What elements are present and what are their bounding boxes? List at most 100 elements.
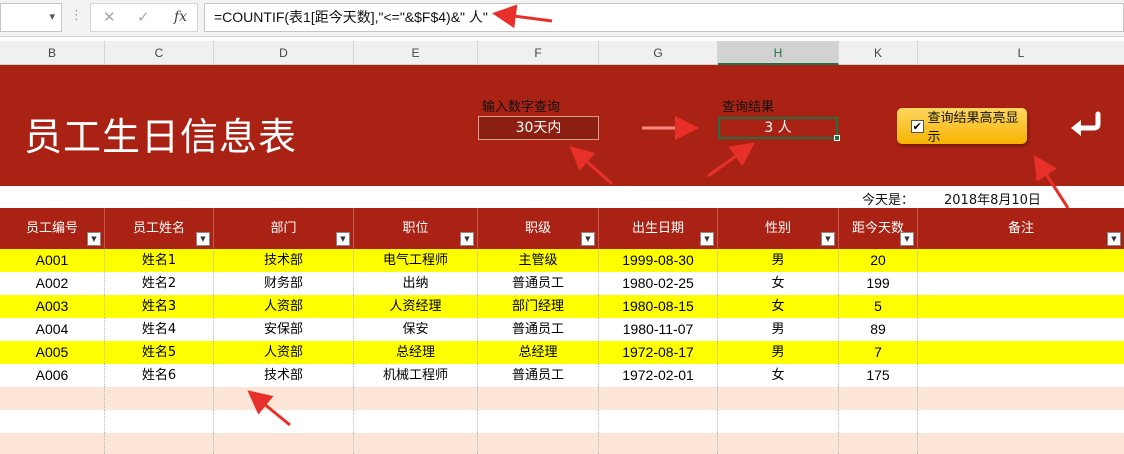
cell-birth-date[interactable]: 1980-02-25 <box>599 272 718 295</box>
cell-days-until[interactable]: 89 <box>839 318 918 341</box>
cell-department[interactable]: 安保部 <box>214 318 354 341</box>
column-header[interactable]: L <box>918 41 1124 65</box>
insert-function-icon[interactable]: fx <box>174 9 187 25</box>
cell-employee-name[interactable]: 姓名4 <box>105 318 214 341</box>
cell-days-until[interactable]: 20 <box>839 249 918 272</box>
cell-grade[interactable]: 普通员工 <box>478 272 599 295</box>
cell-employee-name[interactable]: 姓名5 <box>105 341 214 364</box>
cell-gender[interactable]: 男 <box>718 341 839 364</box>
cell-position[interactable]: 出纳 <box>354 272 478 295</box>
cell-gender[interactable]: 女 <box>718 364 839 387</box>
cell-employee-id[interactable]: A003 <box>0 295 105 318</box>
column-header[interactable]: K <box>839 41 918 65</box>
cell-birth-date[interactable]: 1999-08-30 <box>599 249 718 272</box>
empty-cell[interactable] <box>599 410 718 433</box>
cell-employee-name[interactable]: 姓名1 <box>105 249 214 272</box>
name-box[interactable]: ▾ <box>0 3 62 32</box>
cell-employee-name[interactable]: 姓名2 <box>105 272 214 295</box>
cell-department[interactable]: 财务部 <box>214 272 354 295</box>
cell-notes[interactable] <box>918 272 1124 295</box>
fill-handle[interactable] <box>834 135 840 141</box>
cell-days-until[interactable]: 7 <box>839 341 918 364</box>
empty-cell[interactable] <box>105 410 214 433</box>
empty-cell[interactable] <box>918 410 1124 433</box>
filter-dropdown-icon[interactable]: ▼ <box>900 232 914 246</box>
cell-grade[interactable]: 普通员工 <box>478 364 599 387</box>
column-header[interactable]: G <box>599 41 718 65</box>
cell-employee-id[interactable]: A002 <box>0 272 105 295</box>
formula-input[interactable]: =COUNTIF(表1[距今天数],"<="&$F$4)&" 人" <box>204 3 1124 32</box>
filter-dropdown-icon[interactable]: ▼ <box>821 232 835 246</box>
cell-gender[interactable]: 女 <box>718 295 839 318</box>
filter-dropdown-icon[interactable]: ▼ <box>196 232 210 246</box>
cell-grade[interactable]: 总经理 <box>478 341 599 364</box>
cell-grade[interactable]: 部门经理 <box>478 295 599 318</box>
cell-grade[interactable]: 普通员工 <box>478 318 599 341</box>
cell-employee-id[interactable]: A006 <box>0 364 105 387</box>
cell-birth-date[interactable]: 1972-08-17 <box>599 341 718 364</box>
cell-department[interactable]: 人资部 <box>214 341 354 364</box>
cell-employee-id[interactable]: A005 <box>0 341 105 364</box>
cell-employee-name[interactable]: 姓名6 <box>105 364 214 387</box>
empty-cell[interactable] <box>599 433 718 454</box>
cell-days-until[interactable]: 175 <box>839 364 918 387</box>
cell-days-until[interactable]: 199 <box>839 272 918 295</box>
empty-cell[interactable] <box>839 410 918 433</box>
cell-notes[interactable] <box>918 318 1124 341</box>
empty-cell[interactable] <box>354 387 478 410</box>
cell-birth-date[interactable]: 1980-08-15 <box>599 295 718 318</box>
empty-cell[interactable] <box>0 433 105 454</box>
empty-cell[interactable] <box>214 433 354 454</box>
empty-cell[interactable] <box>0 410 105 433</box>
cell-employee-id[interactable]: A004 <box>0 318 105 341</box>
empty-cell[interactable] <box>214 410 354 433</box>
column-header[interactable]: F <box>478 41 599 65</box>
cell-notes[interactable] <box>918 341 1124 364</box>
empty-cell[interactable] <box>839 433 918 454</box>
empty-cell[interactable] <box>918 433 1124 454</box>
empty-cell[interactable] <box>478 410 599 433</box>
cell-birth-date[interactable]: 1972-02-01 <box>599 364 718 387</box>
empty-cell[interactable] <box>478 433 599 454</box>
empty-cell[interactable] <box>718 433 839 454</box>
empty-cell[interactable] <box>718 387 839 410</box>
cell-position[interactable]: 总经理 <box>354 341 478 364</box>
empty-cell[interactable] <box>718 410 839 433</box>
empty-cell[interactable] <box>478 387 599 410</box>
cell-notes[interactable] <box>918 249 1124 272</box>
column-header[interactable]: B <box>0 41 105 65</box>
cell-birth-date[interactable]: 1980-11-07 <box>599 318 718 341</box>
cell-position[interactable]: 人资经理 <box>354 295 478 318</box>
column-header[interactable]: D <box>214 41 354 65</box>
cell-gender[interactable]: 女 <box>718 272 839 295</box>
empty-cell[interactable] <box>214 387 354 410</box>
cell-employee-id[interactable]: A001 <box>0 249 105 272</box>
cell-notes[interactable] <box>918 364 1124 387</box>
empty-cell[interactable] <box>918 387 1124 410</box>
cell-gender[interactable]: 男 <box>718 318 839 341</box>
close-icon[interactable]: ✕ <box>103 8 116 26</box>
filter-dropdown-icon[interactable]: ▼ <box>87 232 101 246</box>
cell-days-until[interactable]: 5 <box>839 295 918 318</box>
cell-notes[interactable] <box>918 295 1124 318</box>
empty-cell[interactable] <box>0 387 105 410</box>
column-header[interactable]: E <box>354 41 478 65</box>
chevron-down-icon[interactable]: ▾ <box>49 10 55 23</box>
highlight-toggle-button[interactable]: ✔ 查询结果高亮显示 <box>897 108 1027 145</box>
cell-grade[interactable]: 主管级 <box>478 249 599 272</box>
cell-gender[interactable]: 男 <box>718 249 839 272</box>
empty-cell[interactable] <box>354 433 478 454</box>
result-cell[interactable]: 3 人 <box>718 117 838 139</box>
empty-cell[interactable] <box>354 410 478 433</box>
return-arrow-icon[interactable] <box>1068 110 1104 138</box>
empty-cell[interactable] <box>839 387 918 410</box>
filter-dropdown-icon[interactable]: ▼ <box>1107 232 1121 246</box>
check-icon[interactable]: ✓ <box>137 8 150 26</box>
filter-dropdown-icon[interactable]: ▼ <box>581 232 595 246</box>
column-header-active[interactable]: H <box>718 41 839 65</box>
cell-position[interactable]: 电气工程师 <box>354 249 478 272</box>
filter-dropdown-icon[interactable]: ▼ <box>336 232 350 246</box>
filter-dropdown-icon[interactable]: ▼ <box>460 232 474 246</box>
cell-employee-name[interactable]: 姓名3 <box>105 295 214 318</box>
cell-department[interactable]: 技术部 <box>214 364 354 387</box>
